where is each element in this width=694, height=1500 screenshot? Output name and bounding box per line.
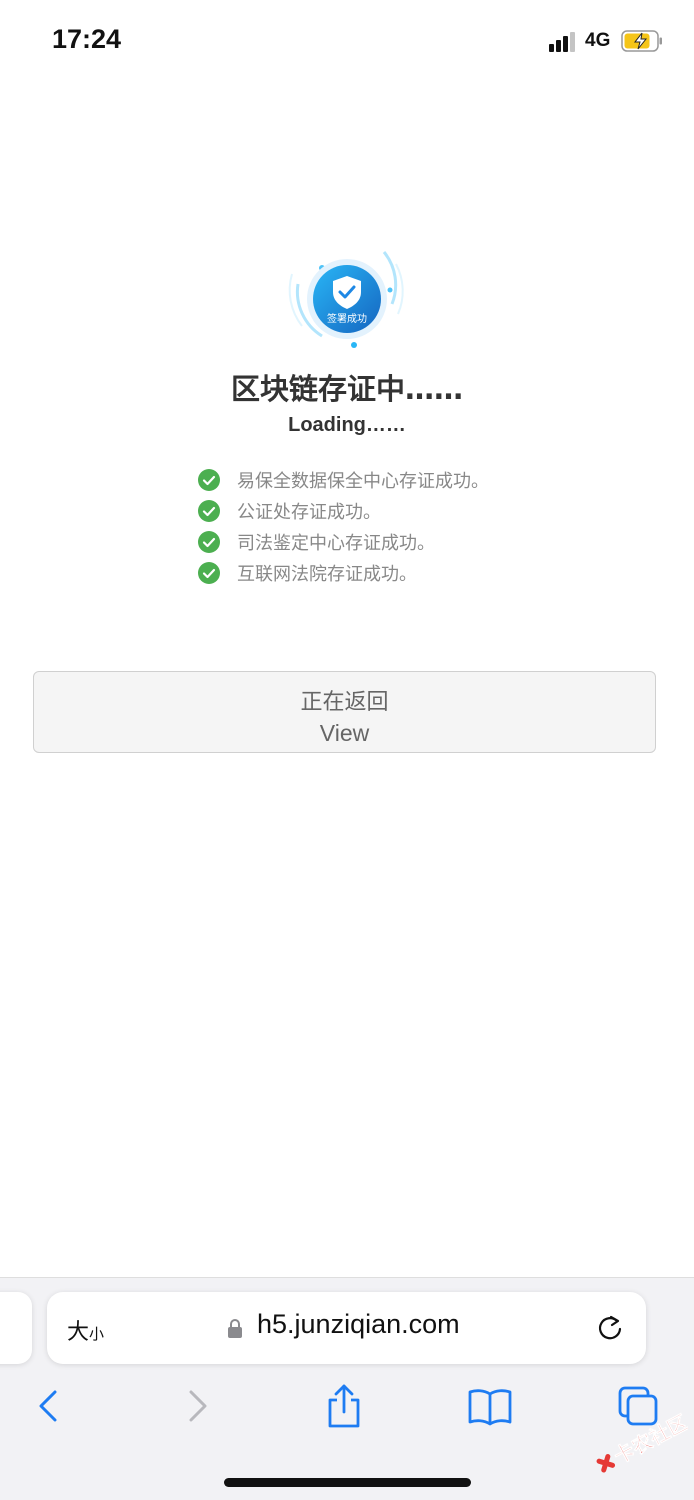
home-indicator — [224, 1478, 471, 1487]
list-item: 易保全数据保全中心存证成功。 — [198, 464, 558, 495]
lock-icon — [228, 1319, 242, 1338]
status-bar: 17:24 4G — [0, 0, 694, 84]
check-circle-icon — [198, 561, 220, 584]
watermark-text: 卡农社区 — [610, 1410, 688, 1469]
network-type: 4G — [585, 30, 611, 51]
bookmarks-icon[interactable] — [466, 1382, 514, 1430]
previous-tab-preview[interactable] — [0, 1292, 32, 1364]
shield-check-icon — [288, 251, 404, 348]
loading-text: Loading…… — [288, 414, 406, 436]
url-text: h5.junziqian.com — [257, 1309, 460, 1339]
evidence-step-list: 易保全数据保全中心存证成功。 公证处存证成功。 司法鉴定中心存证成功。 互联网法… — [198, 464, 558, 588]
list-item: 司法鉴定中心存证成功。 — [198, 526, 558, 557]
back-icon[interactable] — [24, 1382, 72, 1430]
screen: 17:24 4G 签署成功 区块链存证中…… Loading…… 易保全数据保全… — [0, 0, 694, 1500]
button-label: 正在返回 — [300, 690, 389, 715]
address-bar[interactable]: 大小 h5.junziqian.com — [47, 1292, 646, 1364]
step-text: 易保全数据保全中心存证成功。 — [237, 470, 489, 492]
watermark-logo: 卡农社区 — [588, 1405, 692, 1485]
text-size-big: 大 — [67, 1320, 90, 1345]
list-item: 公证处存证成功。 — [198, 495, 558, 526]
check-circle-icon — [198, 530, 220, 553]
returning-view-button[interactable]: 正在返回 View — [33, 671, 656, 753]
text-size-button[interactable]: 大小 — [67, 1314, 104, 1346]
check-circle-icon — [198, 499, 220, 522]
signing-success-logo: 签署成功 — [282, 244, 412, 354]
battery-charging-icon — [621, 30, 662, 52]
share-icon[interactable] — [320, 1382, 368, 1430]
cellular-signal-icon — [549, 32, 577, 52]
list-item: 互联网法院存证成功。 — [198, 557, 558, 588]
reload-icon[interactable] — [595, 1313, 625, 1343]
button-sublabel: View — [319, 720, 370, 746]
page-title: 区块链存证中…… — [230, 372, 463, 406]
step-text: 互联网法院存证成功。 — [237, 563, 417, 585]
signing-success-badge-text: 签署成功 — [327, 314, 367, 325]
text-size-small: 小 — [89, 1325, 105, 1343]
step-text: 公证处存证成功。 — [237, 501, 381, 523]
status-time: 17:24 — [52, 24, 122, 54]
watermark-icon: 卡农社区 — [596, 1410, 692, 1473]
check-circle-icon — [198, 468, 220, 491]
forward-icon[interactable] — [174, 1382, 222, 1430]
step-text: 司法鉴定中心存证成功。 — [237, 532, 435, 554]
